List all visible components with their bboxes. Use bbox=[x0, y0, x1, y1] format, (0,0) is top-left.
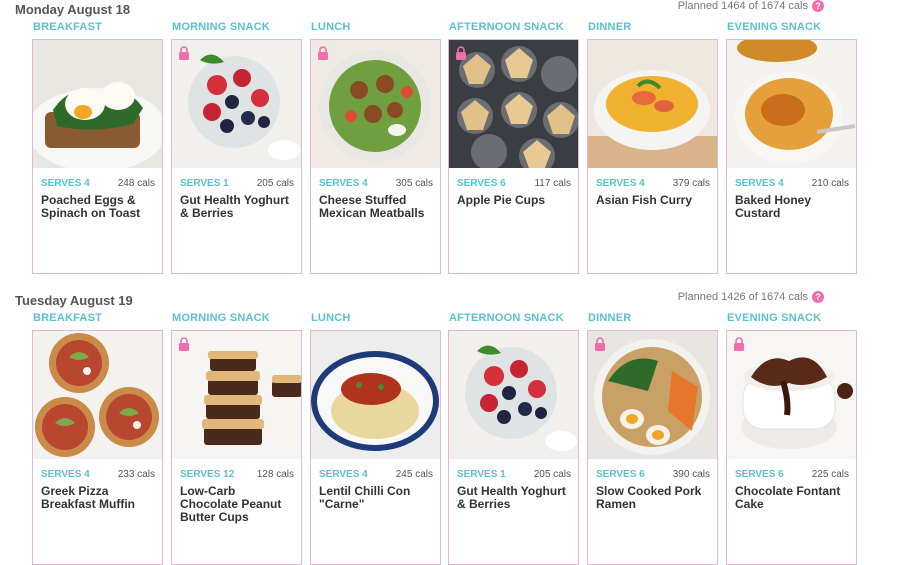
calories: 233 cals bbox=[117, 469, 155, 480]
recipe-name: Slow Cooked Pork Ramen bbox=[596, 484, 702, 511]
lock-icon bbox=[318, 46, 328, 60]
slot-label: AFTERNOON SNACK bbox=[449, 312, 564, 324]
recipe-name: Gut Health Yoghurt & Berries bbox=[457, 484, 566, 511]
recipe-card[interactable]: SERVES 6 390 cals Slow Cooked Pork Ramen bbox=[587, 330, 718, 565]
slot-label: BREAKFAST bbox=[33, 21, 103, 33]
serves-count: SERVES 6 bbox=[596, 469, 645, 480]
lock-icon bbox=[734, 337, 744, 351]
day-title: Tuesday August 19 bbox=[15, 293, 133, 308]
serves-count: SERVES 1 bbox=[457, 469, 506, 480]
calories: 128 cals bbox=[256, 469, 294, 480]
recipe-card[interactable]: SERVES 4 245 cals Lentil Chilli Con "Car… bbox=[310, 330, 441, 565]
slot-label: EVENING SNACK bbox=[727, 21, 822, 33]
recipe-image bbox=[172, 40, 301, 168]
serves-count: SERVES 6 bbox=[735, 469, 784, 480]
recipe-name: Gut Health Yoghurt & Berries bbox=[180, 193, 289, 220]
recipe-card[interactable]: SERVES 6 117 cals Apple Pie Cups bbox=[448, 39, 579, 274]
recipe-name: Cheese Stuffed Mexican Meatballs bbox=[319, 193, 425, 220]
slot-label: BREAKFAST bbox=[33, 312, 103, 324]
serves-count: SERVES 4 bbox=[41, 469, 90, 480]
slot-label: MORNING SNACK bbox=[172, 312, 270, 324]
recipe-name: Greek Pizza Breakfast Muffin bbox=[41, 484, 136, 511]
recipe-image bbox=[727, 40, 856, 168]
planned-calories: Planned 1464 of 1674 cals ? bbox=[678, 0, 824, 12]
recipe-card[interactable]: SERVES 4 233 cals Greek Pizza Breakfast … bbox=[32, 330, 163, 565]
recipe-card[interactable]: SERVES 1 205 cals Gut Health Yoghurt & B… bbox=[171, 39, 302, 274]
recipe-image bbox=[33, 331, 162, 459]
recipe-image bbox=[449, 40, 578, 168]
recipe-name: Chocolate Fontant Cake bbox=[735, 484, 841, 511]
recipe-card[interactable]: SERVES 1 205 cals Gut Health Yoghurt & B… bbox=[448, 330, 579, 565]
recipe-image bbox=[727, 331, 856, 459]
lock-icon bbox=[456, 46, 466, 60]
recipe-card[interactable]: SERVES 4 379 cals Asian Fish Curry bbox=[587, 39, 718, 274]
recipe-card[interactable]: SERVES 4 305 cals Cheese Stuffed Mexican… bbox=[310, 39, 441, 274]
serves-count: SERVES 4 bbox=[596, 178, 645, 189]
slot-label: DINNER bbox=[588, 312, 632, 324]
slot-label: EVENING SNACK bbox=[727, 312, 822, 324]
calories: 117 cals bbox=[534, 178, 571, 189]
recipe-image bbox=[33, 40, 162, 168]
slot-label: LUNCH bbox=[311, 21, 351, 33]
lock-icon bbox=[179, 337, 189, 351]
slot-label: AFTERNOON SNACK bbox=[449, 21, 564, 33]
serves-count: SERVES 6 bbox=[457, 178, 506, 189]
serves-count: SERVES 12 bbox=[180, 469, 235, 480]
recipe-card[interactable]: SERVES 4 210 cals Baked Honey Custard bbox=[726, 39, 857, 274]
recipe-image bbox=[172, 331, 301, 459]
serves-count: SERVES 4 bbox=[319, 469, 368, 480]
day-title: Monday August 18 bbox=[15, 2, 131, 17]
recipe-image bbox=[588, 40, 717, 168]
recipe-card[interactable]: SERVES 6 225 cals Chocolate Fontant Cake bbox=[726, 330, 857, 565]
calories: 205 cals bbox=[256, 178, 294, 189]
planned-calories: Planned 1426 of 1674 cals ? bbox=[678, 291, 824, 303]
calories: 205 cals bbox=[533, 469, 571, 480]
calories: 210 cals bbox=[811, 178, 849, 189]
recipe-name: Apple Pie Cups bbox=[457, 193, 546, 207]
calories: 390 cals bbox=[672, 469, 710, 480]
recipe-name: Baked Honey Custard bbox=[735, 193, 812, 220]
recipe-card[interactable]: SERVES 4 248 cals Poached Eggs & Spinach… bbox=[32, 39, 163, 274]
recipe-card[interactable]: SERVES 12 128 cals Low-Carb Chocolate Pe… bbox=[171, 330, 302, 565]
serves-count: SERVES 4 bbox=[319, 178, 368, 189]
recipe-name: Lentil Chilli Con "Carne" bbox=[319, 484, 411, 511]
lock-icon bbox=[595, 337, 605, 351]
calories: 245 cals bbox=[395, 469, 433, 480]
calories: 379 cals bbox=[672, 178, 710, 189]
serves-count: SERVES 1 bbox=[180, 178, 229, 189]
recipe-name: Asian Fish Curry bbox=[596, 193, 693, 207]
help-icon[interactable]: ? bbox=[812, 291, 824, 303]
planned-calories-text: Planned 1426 of 1674 cals bbox=[677, 291, 808, 303]
slot-label: DINNER bbox=[588, 21, 632, 33]
calories: 305 cals bbox=[395, 178, 433, 189]
recipe-image bbox=[449, 331, 578, 459]
recipe-image bbox=[588, 331, 717, 459]
recipe-name: Low-Carb Chocolate Peanut Butter Cups bbox=[180, 484, 282, 524]
calories: 248 cals bbox=[117, 178, 155, 189]
lock-icon bbox=[179, 46, 189, 60]
slot-label: MORNING SNACK bbox=[172, 21, 270, 33]
recipe-name: Poached Eggs & Spinach on Toast bbox=[41, 193, 141, 220]
calories: 225 cals bbox=[811, 469, 849, 480]
recipe-image bbox=[311, 40, 440, 168]
serves-count: SERVES 4 bbox=[41, 178, 90, 189]
recipe-image bbox=[311, 331, 440, 459]
help-icon[interactable]: ? bbox=[812, 0, 824, 12]
slot-label: LUNCH bbox=[311, 312, 351, 324]
serves-count: SERVES 4 bbox=[735, 178, 784, 189]
planned-calories-text: Planned 1464 of 1674 cals bbox=[677, 0, 808, 12]
